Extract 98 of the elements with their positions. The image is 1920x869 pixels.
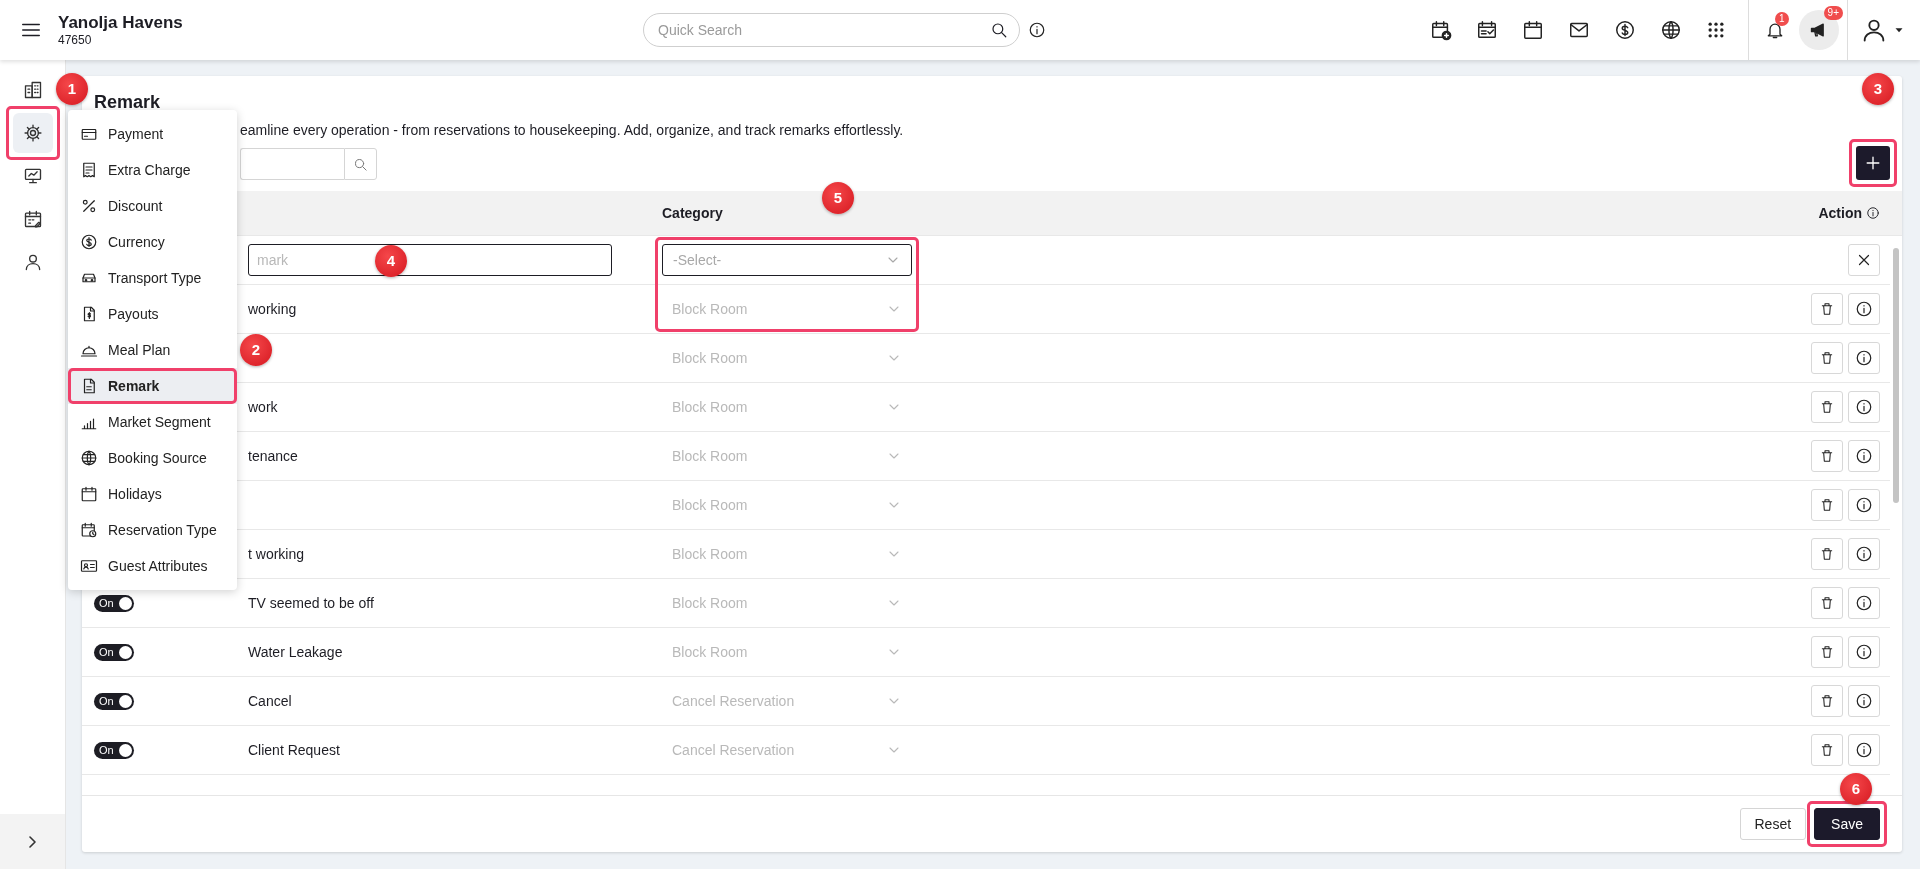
search-icon [353,156,368,172]
primary-button[interactable]: Save [1814,808,1880,840]
trash-icon [1819,350,1835,366]
trash-icon [1819,546,1835,562]
menu-item[interactable]: Reservation Type [68,512,237,548]
menu-item[interactable]: Holidays [68,476,237,512]
delete-button[interactable] [1811,587,1843,619]
remark-name: working [248,300,297,317]
info-icon [1855,741,1873,759]
remark-name: Client Request [248,741,340,758]
settings-icon [22,123,43,143]
announcement-badge: 9+ [1823,6,1843,20]
info-button[interactable] [1848,342,1880,374]
globe-icon[interactable] [1660,19,1682,41]
receipt-icon [80,161,98,179]
trash-icon [1819,742,1835,758]
info-icon[interactable] [1866,206,1880,220]
remark-name: Water Leakage [248,643,343,660]
add-button[interactable] [1856,146,1890,180]
info-icon[interactable] [1028,21,1046,39]
info-button[interactable] [1848,489,1880,521]
trash-icon [1819,497,1835,513]
info-button[interactable] [1848,587,1880,619]
chevron-right-icon [29,835,36,848]
notification-badge: 1 [1775,12,1789,26]
info-icon [1855,398,1873,416]
menu-item[interactable]: Extra Charge [68,152,237,188]
calendar-clock-icon [80,521,98,539]
menu-item[interactable]: Guest Attributes [68,548,237,584]
delete-button[interactable] [1811,685,1843,717]
column-header: Action [1818,203,1862,223]
menu-item[interactable]: Payouts [68,296,237,332]
calendar-icon[interactable] [1522,19,1544,41]
info-icon [1855,496,1873,514]
info-button[interactable] [1848,685,1880,717]
menu-item[interactable]: Market Segment [68,404,237,440]
dollar-icon[interactable] [1614,19,1636,41]
menu-item[interactable]: Currency [68,224,237,260]
menu-item[interactable]: Discount [68,188,237,224]
secondary-button[interactable]: Reset [1739,808,1807,840]
id-card-icon [80,557,98,575]
info-icon [1855,594,1873,612]
menu-item[interactable]: Meal Plan [68,332,237,368]
info-icon [1855,545,1873,563]
delete-button[interactable] [1811,734,1843,766]
remark-name: work [248,398,278,415]
delete-button[interactable] [1811,538,1843,570]
delete-button[interactable] [1811,391,1843,423]
sidebar-item[interactable] [12,113,53,153]
menu-item[interactable]: Payment [68,116,237,152]
close-button[interactable] [1848,244,1880,276]
page-description: eamline every operation - from reservations to housekeeping. Add, organize, and track remarks effortlessly. [240,121,904,140]
remark-name: Cancel [248,692,292,709]
info-button[interactable] [1848,538,1880,570]
quick-search-field[interactable]: Quick Search [643,13,1020,47]
info-icon [1855,349,1873,367]
trash-icon [1819,693,1835,709]
announcement-button[interactable] [1799,10,1839,50]
delete-button[interactable] [1811,342,1843,374]
page-title: Remark [94,91,162,114]
info-button[interactable] [1848,636,1880,668]
delete-button[interactable] [1811,636,1843,668]
delete-button[interactable] [1811,489,1843,521]
info-icon [1855,447,1873,465]
column-header: Category [662,204,723,221]
info-icon [1855,643,1873,661]
search-icon[interactable] [990,21,1008,39]
delete-button[interactable] [1811,440,1843,472]
trash-icon [1819,399,1835,415]
monitor-icon [22,166,43,186]
info-icon [1855,300,1873,318]
remark-name: tenance [248,447,298,464]
remark-name: t working [248,545,305,562]
info-button[interactable] [1848,293,1880,325]
percent-icon [80,197,98,215]
trash-icon [1819,301,1835,317]
globe-icon [80,449,98,467]
delete-button[interactable] [1811,293,1843,325]
info-button[interactable] [1848,440,1880,472]
menu-item[interactable]: Booking Source [68,440,237,476]
info-icon [1855,692,1873,710]
calendar-plus-icon[interactable] [1430,19,1452,41]
trash-icon [1819,644,1835,660]
menu-item[interactable]: Transport Type [68,260,237,296]
calendar-check-icon[interactable] [1476,19,1498,41]
calendar-edit-icon [22,209,43,229]
building-icon [22,80,43,100]
trash-icon [1819,595,1835,611]
apps-grid-icon[interactable] [1706,20,1726,40]
info-button[interactable] [1848,391,1880,423]
search-field[interactable] [240,148,344,180]
hotel-name: Yanolja Havens [58,13,183,33]
trash-icon [1819,448,1835,464]
info-button[interactable] [1848,734,1880,766]
calendar-icon [80,485,98,503]
dollar-icon [80,233,98,251]
remark-name: TV seemed to be off [248,594,374,611]
hotel-code: 47650 [58,33,93,47]
